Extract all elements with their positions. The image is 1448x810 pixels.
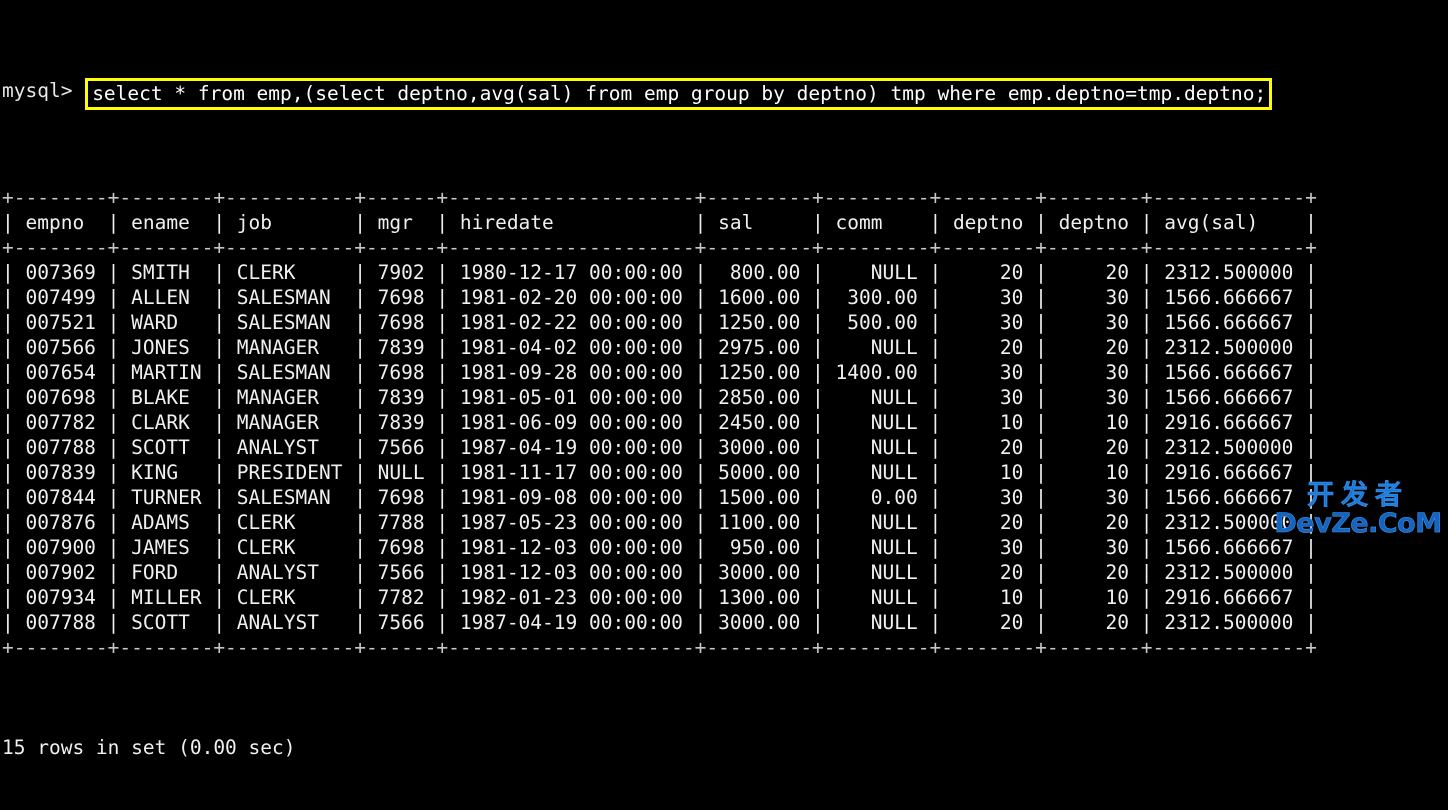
query-highlight-box[interactable]: select * from emp,(select deptno,avg(sal… <box>85 78 1273 110</box>
table-row: | 007788 | SCOTT | ANALYST | 7566 | 1987… <box>2 611 1317 634</box>
query-prompt-line: mysql> select * from emp,(select deptno,… <box>2 78 1448 110</box>
table-row: | 007900 | JAMES | CLERK | 7698 | 1981-1… <box>2 536 1317 559</box>
table-row: | 007369 | SMITH | CLERK | 7902 | 1980-1… <box>2 261 1317 284</box>
table-separator-top: +--------+--------+-----------+------+--… <box>2 186 1317 209</box>
table-separator-bottom: +--------+--------+-----------+------+--… <box>2 636 1317 659</box>
table-row: | 007844 | TURNER | SALESMAN | 7698 | 19… <box>2 486 1317 509</box>
sql-query-text: select * from emp,(select deptno,avg(sal… <box>92 82 1267 105</box>
table-row: | 007654 | MARTIN | SALESMAN | 7698 | 19… <box>2 361 1317 384</box>
table-header-row: | empno | ename | job | mgr | hiredate |… <box>2 211 1317 234</box>
result-table: +--------+--------+-----------+------+--… <box>2 185 1448 660</box>
mysql-prompt: mysql> <box>2 79 85 102</box>
table-row: | 007839 | KING | PRESIDENT | NULL | 198… <box>2 461 1317 484</box>
table-row: | 007499 | ALLEN | SALESMAN | 7698 | 198… <box>2 286 1317 309</box>
table-separator-header: +--------+--------+-----------+------+--… <box>2 236 1317 259</box>
table-row: | 007902 | FORD | ANALYST | 7566 | 1981-… <box>2 561 1317 584</box>
table-row: | 007566 | JONES | MANAGER | 7839 | 1981… <box>2 336 1317 359</box>
table-row: | 007876 | ADAMS | CLERK | 7788 | 1987-0… <box>2 511 1317 534</box>
table-row: | 007934 | MILLER | CLERK | 7782 | 1982-… <box>2 586 1317 609</box>
table-row: | 007698 | BLAKE | MANAGER | 7839 | 1981… <box>2 386 1317 409</box>
table-row: | 007782 | CLARK | MANAGER | 7839 | 1981… <box>2 411 1317 434</box>
status-line: 15 rows in set (0.00 sec) <box>2 736 296 759</box>
table-row: | 007788 | SCOTT | ANALYST | 7566 | 1987… <box>2 436 1317 459</box>
table-row: | 007521 | WARD | SALESMAN | 7698 | 1981… <box>2 311 1317 334</box>
terminal-window[interactable]: mysql> select * from emp,(select deptno,… <box>0 0 1448 759</box>
